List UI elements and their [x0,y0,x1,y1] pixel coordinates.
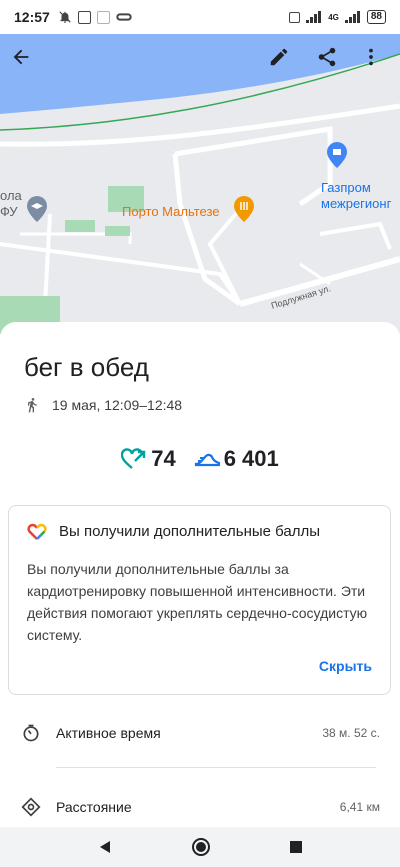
timer-icon [20,722,42,744]
arrow-back-icon [13,49,29,65]
heart-points-stat: 74 [121,446,176,472]
detail-row-active-time[interactable]: Активное время 38 м. 52 с. [0,709,400,757]
running-icon [28,398,37,413]
app-notification-icon-2 [96,10,110,24]
share-icon [318,47,336,67]
activity-meta: 19 мая, 12:09–12:48 [24,397,182,413]
more-options-button[interactable] [360,46,396,82]
app-notification-icon [77,10,91,24]
detail-value: 38 м. 52 с. [322,726,380,740]
google-fit-heart-icon [27,523,47,540]
status-time: 12:57 [14,9,50,25]
bonus-points-card: Вы получили дополнительные баллы Вы полу… [8,505,391,695]
detail-row-distance[interactable]: Расстояние 6,41 км [0,783,400,831]
map-label-company[interactable]: Газпром межрегионг [321,180,391,212]
location-icon [20,796,42,818]
steps-stat: 6 401 [194,446,279,472]
steps-icon [194,453,220,467]
pencil-icon [270,48,288,66]
heart-points-icon [121,448,146,469]
signal-box-icon [289,11,301,23]
battery-indicator: 88 [366,10,386,24]
status-bar: 12:57 4G 88 [0,0,400,34]
card-header: Вы получили дополнительные баллы [27,522,320,540]
activity-stats: 74 6 401 [0,446,400,472]
activity-title: бег в обед [24,352,149,382]
nav-recents-icon[interactable] [289,840,303,854]
network-label: 4G [328,12,339,22]
card-body: Вы получили дополнительные баллы за кард… [27,561,368,643]
back-button[interactable] [10,46,46,82]
activity-details-sheet: бег в обед 19 мая, 12:09–12:48 74 6 401 … [0,322,400,827]
divider [56,767,376,768]
detail-label: Активное время [56,725,161,741]
card-title: Вы получили дополнительные баллы [59,522,321,540]
more-vert-icon [369,48,373,66]
detail-label: Расстояние [56,799,132,815]
detail-value: 6,41 км [339,800,380,814]
signal-icon [306,11,322,23]
notifications-off-icon [59,11,71,23]
nav-home-icon[interactable] [191,837,211,857]
route-map[interactable]: ола ФУ Порто Мальтезе Газпром межрегионг… [0,34,400,334]
system-nav-bar [0,827,400,867]
link-icon [116,13,132,21]
map-label-cafe[interactable]: Порто Мальтезе [122,204,220,220]
activity-datetime: 19 мая, 12:09–12:48 [52,397,183,413]
nav-back-icon[interactable] [97,839,113,855]
signal-icon-2 [344,11,360,23]
share-button[interactable] [316,46,352,82]
map-label-school: ола ФУ [0,188,22,219]
steps-value: 6 401 [223,446,279,471]
edit-button[interactable] [268,46,304,82]
heart-points-value: 74 [151,446,176,471]
hide-card-button[interactable]: Скрыть [319,658,372,674]
